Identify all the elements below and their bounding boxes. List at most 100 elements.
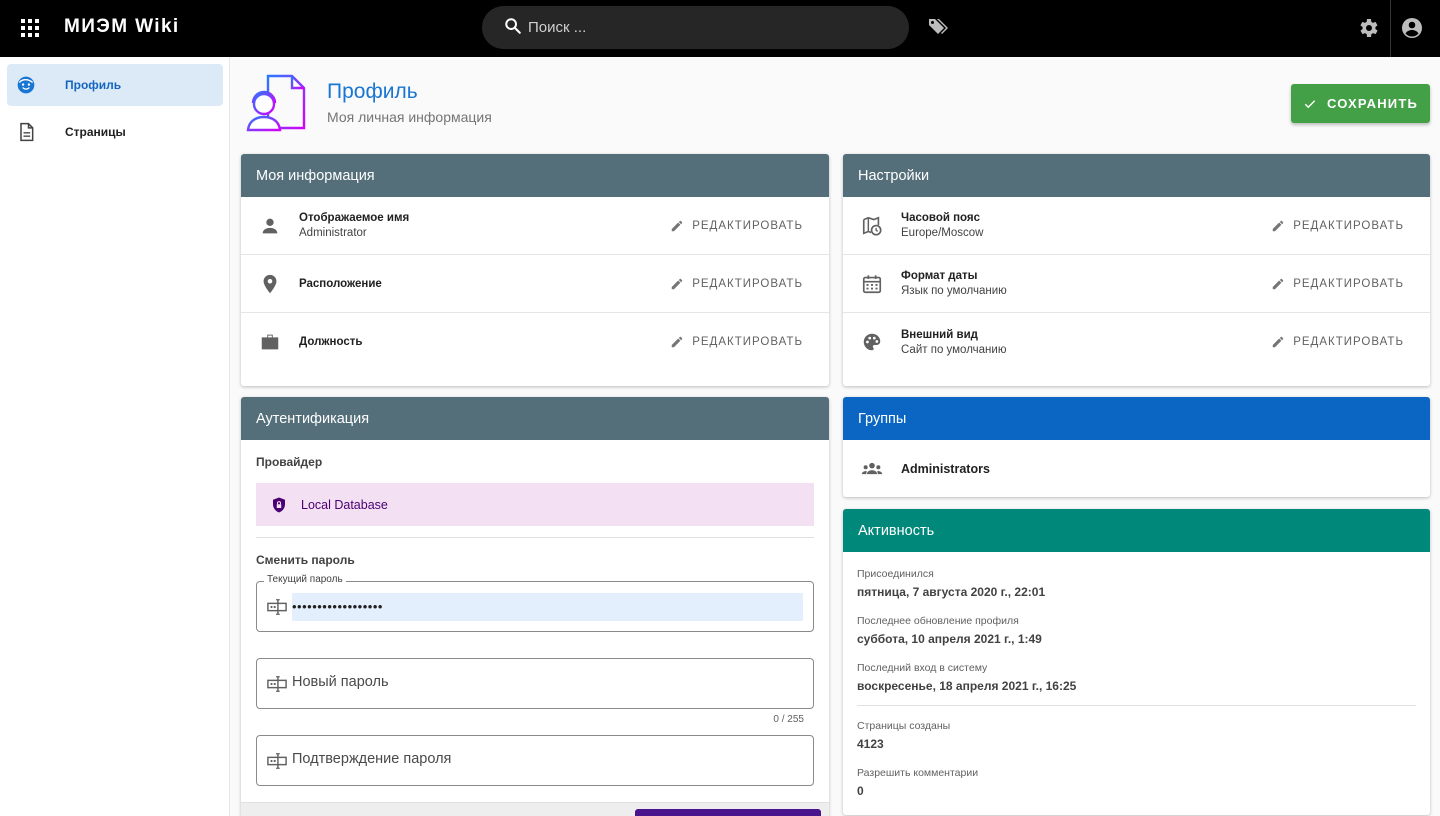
appearance-label: Внешний вид — [901, 328, 978, 341]
pencil-icon — [1272, 336, 1284, 348]
activity-card-title: Активность — [843, 509, 1430, 552]
last-login-label: Последний вход в систему — [857, 662, 988, 674]
date-format-label: Формат даты — [901, 270, 978, 282]
form-textbox-password-icon — [267, 676, 287, 692]
pages-created-label: Страницы созданы — [857, 720, 951, 732]
date-format-row: Формат даты Язык по умолчанию РЕДАКТИРОВА… — [843, 255, 1430, 313]
display-name-row: Отображаемое имя Administrator РЕДАКТИРОВ… — [241, 197, 829, 255]
appearance-row: Внешний вид Сайт по умолчанию РЕДАКТИРОВА… — [843, 313, 1430, 371]
my-info-card: Моя информация Отображаемое имя Administr… — [241, 154, 829, 386]
auth-separator — [256, 537, 814, 538]
edit-job-title-button[interactable]: РЕДАКТИРОВАТЬ — [670, 335, 803, 349]
edit-location-button[interactable]: РЕДАКТИРОВАТЬ — [670, 277, 803, 291]
palette-icon — [861, 331, 883, 353]
activity-separator — [857, 705, 1416, 706]
document-icon — [16, 122, 36, 142]
location-pin-icon — [259, 273, 281, 295]
gear-icon[interactable] — [1356, 16, 1380, 40]
briefcase-icon — [259, 331, 281, 353]
provider-name: Local Database — [301, 497, 388, 512]
change-password-label: Сменить пароль — [256, 553, 355, 567]
pencil-icon — [671, 220, 683, 231]
display-name-label: Отображаемое имя — [299, 212, 410, 224]
person-icon — [259, 215, 281, 237]
timezone-value: Europe/Moscow — [901, 227, 984, 239]
pages-created-value: 4123 — [857, 737, 884, 751]
new-password-placeholder: Новый пароль — [292, 674, 389, 690]
search-input[interactable] — [528, 6, 888, 49]
edit-timezone-button[interactable]: РЕДАКТИРОВАТЬ — [1271, 219, 1404, 233]
last-login-value: воскресенье, 18 апреля 2021 г., 16:25 — [857, 679, 1077, 693]
pencil-icon — [1272, 220, 1284, 231]
settings-card-title: Настройки — [843, 154, 1430, 197]
form-textbox-password-icon — [267, 599, 287, 615]
profile-updated-value: суббота, 10 апреля 2021 г., 1:49 — [857, 632, 1042, 646]
date-format-value: Язык по умолчанию — [901, 285, 1007, 297]
timezone-row: Часовой пояс Europe/Moscow РЕДАКТИРОВАТЬ — [843, 197, 1430, 255]
pencil-icon — [671, 278, 683, 289]
edit-label: РЕДАКТИРОВАТЬ — [1293, 336, 1404, 348]
edit-label: РЕДАКТИРОВАТЬ — [1293, 219, 1404, 232]
edit-display-name-button[interactable]: РЕДАКТИРОВАТЬ — [670, 219, 803, 233]
account-circle-icon[interactable] — [1400, 16, 1424, 40]
groups-card-title: Группы — [843, 397, 1430, 440]
search-box[interactable] — [482, 6, 909, 49]
map-clock-icon — [861, 215, 883, 237]
edit-label: РЕДАКТИРОВАТЬ — [1293, 277, 1404, 290]
save-button-label: СОХРАНИТЬ — [1326, 96, 1419, 111]
edit-label: РЕДАКТИРОВАТЬ — [692, 336, 803, 348]
page-subtitle: Моя личная информация — [327, 109, 492, 125]
pencil-icon — [671, 336, 683, 348]
comments-label: Разрешить комментарии — [857, 767, 979, 779]
location-label: Расположение — [299, 277, 382, 290]
activity-card: Активность Присоединился пятница, 7 авгу… — [843, 509, 1430, 815]
search-icon — [505, 18, 521, 34]
job-title-label: Должность — [299, 336, 363, 348]
brand-title[interactable]: МИЭМ Wiki — [64, 16, 180, 38]
new-password-counter: 0 / 255 — [773, 714, 804, 725]
top-divider — [1390, 0, 1391, 57]
pencil-icon — [1272, 278, 1284, 289]
provider-item[interactable]: Local Database — [256, 483, 814, 526]
current-password-input[interactable]: •••••••••••••••••• — [292, 593, 803, 621]
edit-date-format-button[interactable]: РЕДАКТИРОВАТЬ — [1271, 277, 1404, 291]
new-password-field[interactable]: Новый пароль — [256, 658, 814, 709]
confirm-password-placeholder: Подтверждение пароля — [292, 751, 452, 767]
provider-label: Провайдер — [256, 455, 323, 469]
joined-value: пятница, 7 августа 2020 г., 22:01 — [857, 585, 1046, 599]
edit-label: РЕДАКТИРОВАТЬ — [692, 219, 803, 232]
joined-label: Присоединился — [857, 568, 934, 580]
appearance-value: Сайт по умолчанию — [901, 343, 1007, 356]
account-group-icon — [861, 458, 883, 480]
save-button[interactable]: СОХРАНИТЬ — [1291, 84, 1430, 123]
shield-lock-icon — [273, 497, 285, 512]
sidebar-item-label: Страницы — [65, 125, 126, 139]
edit-appearance-button[interactable]: РЕДАКТИРОВАТЬ — [1271, 335, 1404, 349]
face-icon — [16, 75, 36, 95]
sidebar: Профиль Страницы — [0, 57, 230, 816]
comments-value: 0 — [857, 784, 864, 798]
timezone-label: Часовой пояс — [901, 212, 981, 224]
page-title: Профиль — [327, 80, 418, 103]
settings-card: Настройки Часовой пояс Europe/Moscow РЕДА… — [843, 154, 1430, 386]
apps-grid-icon[interactable] — [18, 16, 42, 40]
current-password-legend: Текущий пароль — [264, 574, 346, 585]
auth-card-title: Аутентификация — [241, 397, 829, 440]
confirm-password-field[interactable]: Подтверждение пароля — [256, 735, 814, 786]
sidebar-item-pages[interactable]: Страницы — [7, 111, 223, 153]
my-info-card-title: Моя информация — [241, 154, 829, 197]
calendar-icon — [861, 273, 883, 295]
profile-illustration-icon — [246, 74, 306, 132]
change-password-button[interactable] — [635, 809, 821, 816]
auth-card: Аутентификация Провайдер Local Database … — [241, 397, 829, 816]
profile-updated-label: Последнее обновление профиля — [857, 615, 1019, 627]
edit-label: РЕДАКТИРОВАТЬ — [692, 277, 803, 290]
tags-icon[interactable] — [926, 15, 950, 39]
current-password-field[interactable]: Текущий пароль •••••••••••••••••• — [256, 574, 814, 632]
group-item[interactable]: Administrators — [843, 440, 1430, 497]
check-icon — [1304, 99, 1316, 108]
groups-card: Группы Administrators — [843, 397, 1430, 497]
display-name-value: Administrator — [299, 227, 367, 239]
sidebar-item-profile[interactable]: Профиль — [7, 64, 223, 106]
form-textbox-password-icon — [267, 753, 287, 769]
